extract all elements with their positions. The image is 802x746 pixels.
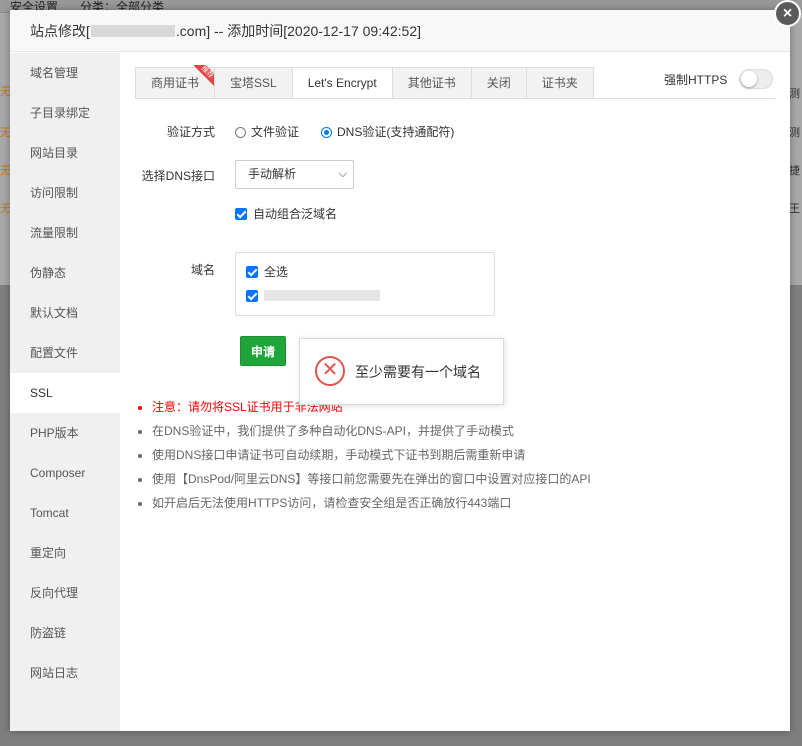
sidebar-item-traffic-limit[interactable]: 流量限制 bbox=[10, 213, 120, 253]
error-toast: ✕ 至少需要有一个域名 bbox=[299, 338, 504, 405]
tab-label: 证书夹 bbox=[541, 76, 578, 90]
tab-bt-ssl[interactable]: 宝塔SSL bbox=[214, 67, 293, 99]
dialog-title-prefix: 站点修改[ bbox=[30, 23, 90, 39]
toast-message: 至少需要有一个域名 bbox=[355, 364, 481, 380]
sidebar-item-default-doc[interactable]: 默认文档 bbox=[10, 293, 120, 333]
domain-checkbox[interactable] bbox=[246, 289, 380, 303]
force-https-label: 强制HTTPS bbox=[664, 73, 728, 87]
verify-dns-radio[interactable]: DNS验证(支持通配符) bbox=[321, 123, 454, 140]
sidebar: 域名管理 子目录绑定 网站目录 访问限制 流量限制 伪静态 默认文档 配置文件 … bbox=[10, 53, 120, 731]
tab-label: Let's Encrypt bbox=[307, 76, 377, 90]
sidebar-item-config[interactable]: 配置文件 bbox=[10, 333, 120, 373]
tab-commercial-cert[interactable]: 商用证书 推荐 bbox=[135, 65, 217, 99]
chevron-down-icon: ⌵ bbox=[338, 168, 347, 180]
ssl-tabs: 商用证书 推荐 宝塔SSL Let's Encrypt 其他证书 关闭 证书夹 bbox=[135, 65, 594, 99]
checkbox-checked-icon bbox=[246, 266, 258, 278]
dialog-title: 站点修改[ .com] -- 添加时间[2020-12-17 09:42:52] bbox=[10, 10, 790, 52]
sidebar-item-php-version[interactable]: PHP版本 bbox=[10, 413, 120, 453]
sidebar-item-tomcat[interactable]: Tomcat bbox=[10, 493, 120, 533]
sidebar-item-subdir[interactable]: 子目录绑定 bbox=[10, 93, 120, 133]
redacted-domain bbox=[264, 290, 380, 301]
sidebar-item-rewrite[interactable]: 伪静态 bbox=[10, 253, 120, 293]
sidebar-item-ssl[interactable]: SSL bbox=[10, 373, 120, 413]
verify-file-radio[interactable]: 文件验证 bbox=[235, 123, 299, 140]
domain-list: 全选 bbox=[235, 252, 495, 316]
sidebar-item-access-limit[interactable]: 访问限制 bbox=[10, 173, 120, 213]
sidebar-item-redirect[interactable]: 重定向 bbox=[10, 533, 120, 573]
sidebar-item-domain[interactable]: 域名管理 bbox=[10, 53, 120, 93]
verify-dns-label: DNS验证(支持通配符) bbox=[337, 125, 455, 139]
note-item: 使用【DnsPod/阿里云DNS】等接口前您需要先在弹出的窗口中设置对应接口的A… bbox=[152, 467, 591, 491]
dns-interface-select[interactable]: 手动解析 ⌵ bbox=[235, 160, 354, 189]
sidebar-item-composer[interactable]: Composer bbox=[10, 453, 120, 493]
verify-file-label: 文件验证 bbox=[251, 125, 300, 139]
auto-wildcard-checkbox[interactable]: 自动组合泛域名 bbox=[235, 205, 337, 222]
select-all-checkbox[interactable]: 全选 bbox=[246, 263, 288, 280]
site-edit-dialog: 站点修改[.com] -- 添加时间[2020-12-17 09:42:52] … bbox=[10, 10, 790, 731]
dns-selected-value: 手动解析 bbox=[248, 167, 297, 181]
tab-lets-encrypt[interactable]: Let's Encrypt bbox=[291, 67, 393, 99]
apply-button[interactable]: 申请 bbox=[240, 336, 286, 366]
note-item: 使用DNS接口申请证书可自动续期，手动模式下证书到期后需重新申请 bbox=[152, 443, 591, 467]
sidebar-item-site-log[interactable]: 网站日志 bbox=[10, 653, 120, 693]
dialog-title-domain-suffix: .com] bbox=[175, 23, 211, 39]
radio-selected-icon bbox=[321, 127, 332, 138]
note-item: 在DNS验证中，我们提供了多种自动化DNS-API，并提供了手动模式 bbox=[152, 419, 591, 443]
tab-label: 其他证书 bbox=[407, 76, 456, 90]
auto-wildcard-label: 自动组合泛域名 bbox=[253, 207, 338, 221]
redacted-domain bbox=[90, 25, 175, 37]
recommend-badge-text: 推荐 bbox=[194, 65, 217, 87]
tab-label: 关闭 bbox=[486, 76, 511, 90]
tab-label: 宝塔SSL bbox=[230, 76, 277, 90]
tab-divider bbox=[135, 98, 775, 99]
notes-list: 注意：请勿将SSL证书用于非法网站 在DNS验证中，我们提供了多种自动化DNS-… bbox=[135, 395, 591, 515]
tab-label: 商用证书 bbox=[151, 76, 200, 90]
note-item: 如开启后无法使用HTTPS访问，请检查安全组是否正确放行443端口 bbox=[152, 491, 591, 515]
sidebar-item-reverse-proxy[interactable]: 反向代理 bbox=[10, 573, 120, 613]
dialog-title-suffix: -- 添加时间[2020-12-17 09:42:52] bbox=[210, 23, 422, 39]
force-https-toggle[interactable] bbox=[739, 69, 773, 89]
toggle-knob bbox=[741, 71, 757, 87]
close-icon[interactable]: × bbox=[774, 0, 801, 27]
recommend-badge: 推荐 bbox=[194, 65, 217, 87]
domain-label: 域名 bbox=[190, 263, 215, 277]
radio-icon bbox=[235, 127, 246, 138]
verify-method-label: 验证方式 bbox=[166, 125, 215, 139]
tab-close[interactable]: 关闭 bbox=[470, 67, 527, 99]
tab-cert-folder[interactable]: 证书夹 bbox=[525, 67, 594, 99]
sidebar-item-site-dir[interactable]: 网站目录 bbox=[10, 133, 120, 173]
sidebar-item-hotlink[interactable]: 防盗链 bbox=[10, 613, 120, 653]
tab-other-cert[interactable]: 其他证书 bbox=[391, 67, 472, 99]
error-x-icon: ✕ bbox=[315, 356, 345, 386]
checkbox-checked-icon bbox=[235, 208, 247, 220]
select-all-label: 全选 bbox=[264, 265, 289, 279]
checkbox-checked-icon bbox=[246, 290, 258, 302]
dns-interface-label: 选择DNS接口 bbox=[141, 169, 215, 183]
